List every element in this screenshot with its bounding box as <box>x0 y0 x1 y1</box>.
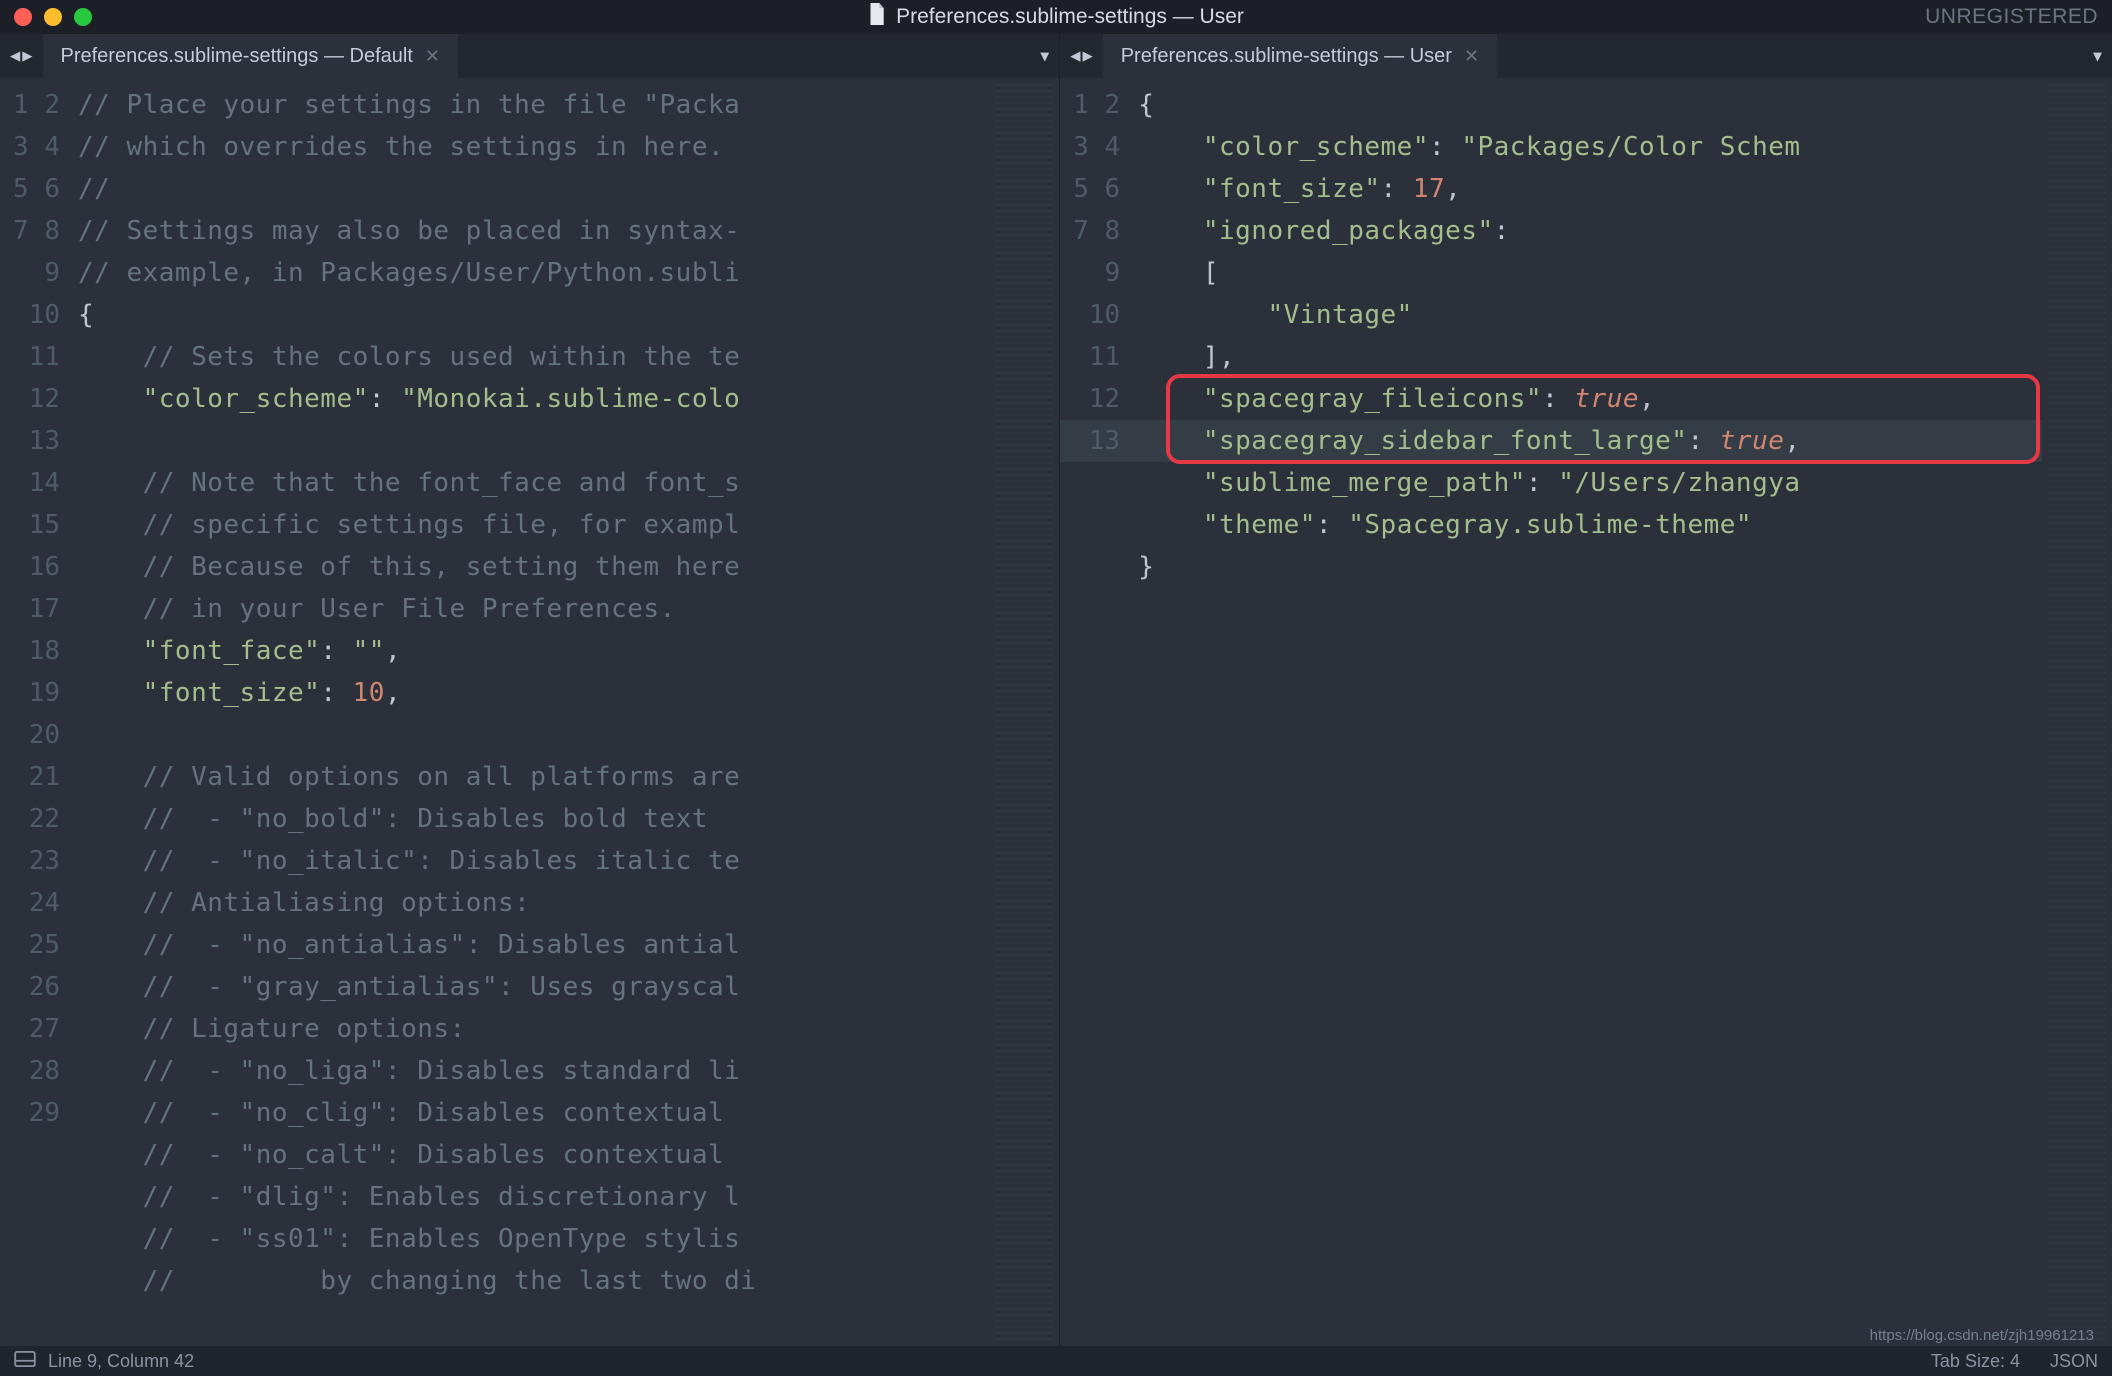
editor-right[interactable]: 1 2 3 4 5 6 7 8 9 10 11 12 13 { "color_s… <box>1060 78 2112 1346</box>
tab-bar-right: ◀ ▶ Preferences.sublime-settings — User … <box>1060 34 2112 78</box>
code-lines-left[interactable]: // Place your settings in the file "Pack… <box>78 78 989 1346</box>
nav-forward-icon[interactable]: ▶ <box>22 46 32 66</box>
nav-back-icon[interactable]: ◀ <box>1070 46 1080 66</box>
window-title: Preferences.sublime-settings — User <box>896 5 1244 29</box>
tab-overflow-right[interactable]: ▼ <box>2093 34 2102 78</box>
window-title-group: Preferences.sublime-settings — User <box>868 3 1244 31</box>
editor-left[interactable]: 1 2 3 4 5 6 7 8 9 10 11 12 13 14 15 16 1… <box>0 78 1059 1346</box>
document-icon <box>868 3 886 31</box>
tab-bar-left: ◀ ▶ Preferences.sublime-settings — Defau… <box>0 34 1059 78</box>
unregistered-label: UNREGISTERED <box>1925 5 2098 29</box>
minimap-left[interactable] <box>989 78 1059 1346</box>
tab-default-settings[interactable]: Preferences.sublime-settings — Default ✕ <box>43 34 458 78</box>
gutter-left: 1 2 3 4 5 6 7 8 9 10 11 12 13 14 15 16 1… <box>0 78 78 1346</box>
panel-switcher-icon[interactable] <box>14 1351 36 1372</box>
code-lines-right[interactable]: { "color_scheme": "Packages/Color Schem … <box>1138 78 2042 1346</box>
minimize-icon[interactable] <box>44 8 62 26</box>
app-window: Preferences.sublime-settings — User UNRE… <box>0 0 2112 1376</box>
minimap-right[interactable] <box>2042 78 2112 1346</box>
nav-arrows-right: ◀ ▶ <box>1060 34 1103 78</box>
tab-user-settings[interactable]: Preferences.sublime-settings — User ✕ <box>1103 34 1497 78</box>
status-position[interactable]: Line 9, Column 42 <box>48 1351 194 1372</box>
status-syntax[interactable]: JSON <box>2050 1351 2098 1372</box>
watermark-text: https://blog.csdn.net/zjh19961213 <box>1870 1327 2094 1344</box>
close-icon[interactable]: ✕ <box>425 46 440 67</box>
maximize-icon[interactable] <box>74 8 92 26</box>
nav-back-icon[interactable]: ◀ <box>10 46 20 66</box>
status-tab-size[interactable]: Tab Size: 4 <box>1931 1351 2020 1372</box>
nav-forward-icon[interactable]: ▶ <box>1082 46 1092 66</box>
pane-left: ◀ ▶ Preferences.sublime-settings — Defau… <box>0 34 1060 1346</box>
close-icon[interactable]: ✕ <box>1464 46 1479 67</box>
tab-label: Preferences.sublime-settings — User <box>1121 45 1452 68</box>
editor-split: ◀ ▶ Preferences.sublime-settings — Defau… <box>0 34 2112 1346</box>
titlebar: Preferences.sublime-settings — User UNRE… <box>0 0 2112 34</box>
status-bar: Line 9, Column 42 Tab Size: 4 JSON <box>0 1346 2112 1376</box>
pane-right: ◀ ▶ Preferences.sublime-settings — User … <box>1060 34 2112 1346</box>
tab-label: Preferences.sublime-settings — Default <box>61 45 413 68</box>
tab-overflow-left[interactable]: ▼ <box>1040 34 1049 78</box>
nav-arrows-left: ◀ ▶ <box>0 34 43 78</box>
close-icon[interactable] <box>14 8 32 26</box>
traffic-lights <box>14 8 92 26</box>
gutter-right: 1 2 3 4 5 6 7 8 9 10 11 12 13 <box>1060 78 1138 1346</box>
